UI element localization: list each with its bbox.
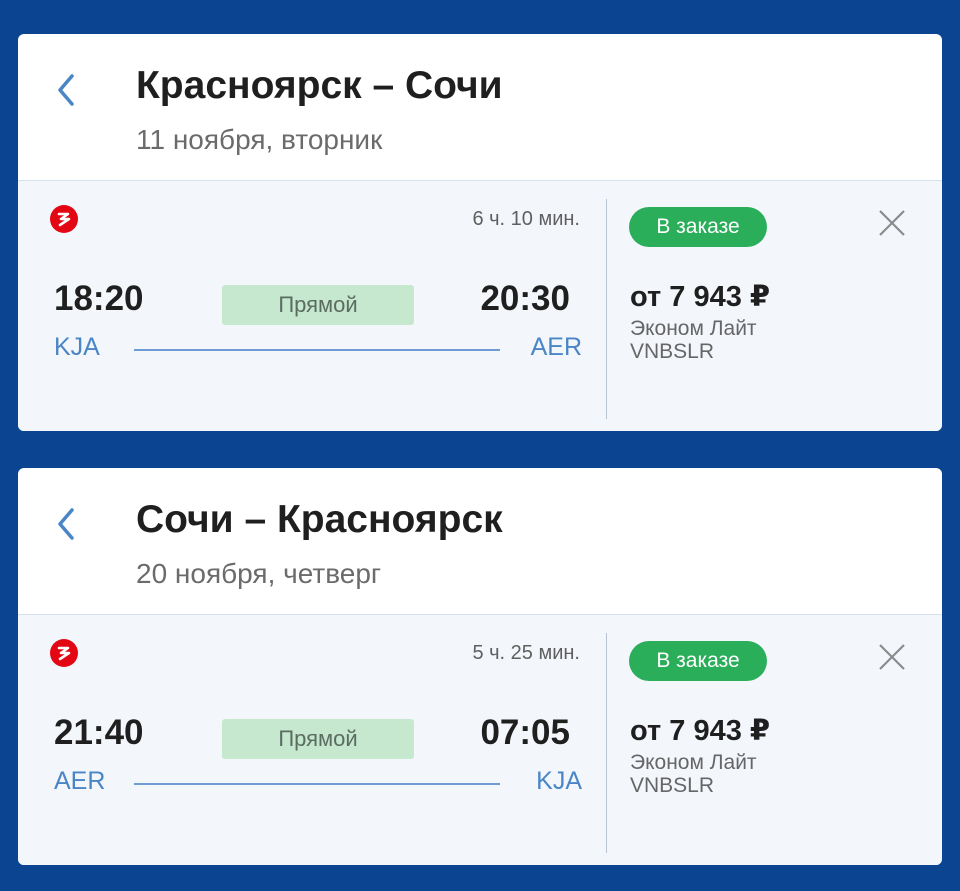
departure-airport-code: AER [54,767,106,795]
segment-date: 11 ноября, вторник [136,124,383,155]
departure-time: 18:20 [54,279,144,318]
fare-name: Эконом Лайт [630,317,757,340]
close-icon [879,210,905,236]
direct-flight-tag: Прямой [222,719,414,759]
segment-title: Красноярск – Сочи [136,64,503,107]
flight-duration: 6 ч. 10 мин. [472,208,580,230]
segment-title: Сочи – Красноярск [136,498,503,541]
arrival-airport-code: KJA [536,767,582,795]
airline-logo-icon [50,205,78,233]
chevron-left-icon [58,508,74,540]
remove-button[interactable] [876,207,908,239]
airline-logo-icon [50,639,78,667]
direct-flight-tag: Прямой [222,285,414,325]
chevron-left-icon [58,74,74,106]
arrival-airport-code: AER [530,333,582,361]
close-icon [879,644,905,670]
arrival-time: 20:30 [480,279,570,318]
route-line [134,349,500,351]
vertical-divider [606,633,607,853]
status-badge: В заказе [629,641,767,681]
route-line [134,783,500,785]
flight-ticket-card[interactable]: 5 ч. 25 мин. 21:40 Прямой 07:05 AER KJA … [18,614,942,865]
fare-code: VNBSLR [630,340,715,363]
flight-segment-return: Сочи – Красноярск 20 ноября, четверг 5 ч… [18,468,942,865]
price: от 7 943 ₽ [630,715,771,747]
price: от 7 943 ₽ [630,281,771,313]
arrival-time: 07:05 [480,713,570,752]
fare-code: VNBSLR [630,774,715,797]
departure-time: 21:40 [54,713,144,752]
flight-duration: 5 ч. 25 мин. [472,642,580,664]
status-badge: В заказе [629,207,767,247]
back-button[interactable] [54,506,78,542]
segment-date: 20 ноября, четверг [136,558,382,589]
departure-airport-code: KJA [54,333,100,361]
flight-segment-outbound: Красноярск – Сочи 11 ноября, вторник 6 ч… [18,34,942,431]
vertical-divider [606,199,607,419]
remove-button[interactable] [876,641,908,673]
back-button[interactable] [54,72,78,108]
flight-ticket-card[interactable]: 6 ч. 10 мин. 18:20 Прямой 20:30 KJA AER … [18,180,942,431]
fare-name: Эконом Лайт [630,751,757,774]
